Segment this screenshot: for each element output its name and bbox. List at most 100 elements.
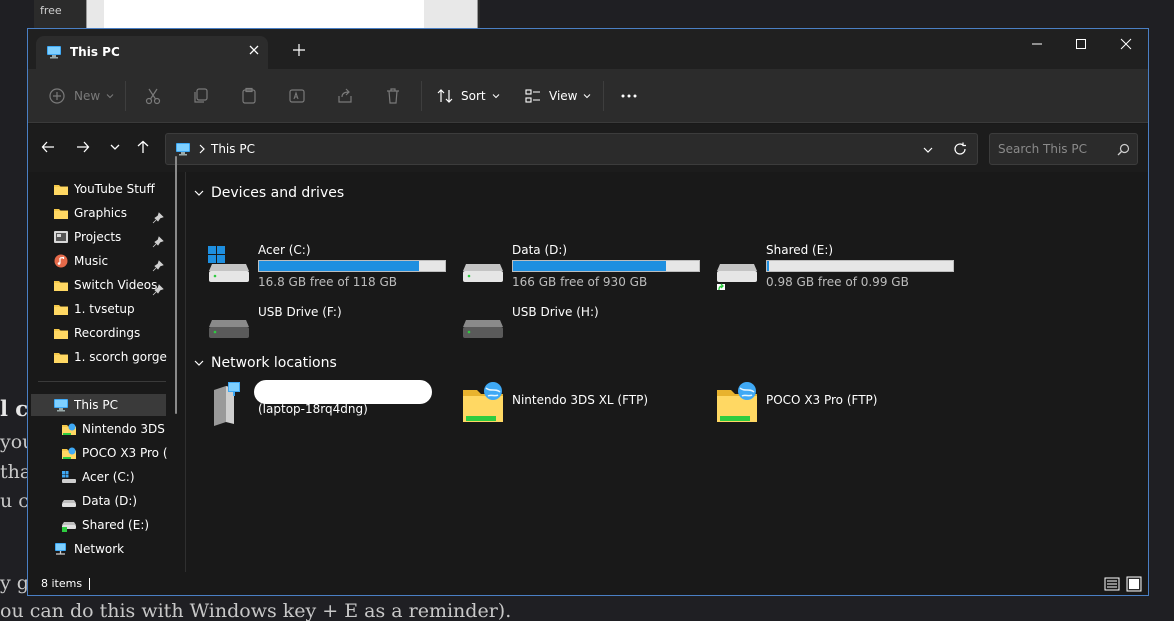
- sidebar-item-recordings[interactable]: Recordings: [53, 322, 193, 344]
- sidebar-item-network[interactable]: Network: [53, 538, 168, 560]
- sidebar-item-scorch-gorge[interactable]: 1. scorch gorge tr: [53, 346, 168, 368]
- sidebar-item-this-pc[interactable]: This PC: [31, 394, 166, 416]
- sidebar-item-tvsetup[interactable]: 1. tvsetup: [53, 298, 193, 320]
- folder-icon: [54, 185, 68, 195]
- new-tab-icon[interactable]: [292, 43, 306, 57]
- share-icon[interactable]: [336, 87, 354, 105]
- breadcrumb[interactable]: This PC: [211, 142, 255, 156]
- title-bar: This PC: [28, 29, 1148, 69]
- sidebar-item-nintendo-3ds[interactable]: Nintendo 3DS X: [61, 418, 168, 440]
- network-location-name: Nintendo 3DS XL (FTP): [512, 393, 649, 407]
- network-location-poco-x3-pro[interactable]: POCO X3 Pro (FTP): [714, 380, 964, 430]
- drive-usage-bar: [258, 260, 446, 272]
- drive-data-d[interactable]: Data (D:) 166 GB free of 930 GB: [460, 242, 710, 294]
- tab-title: This PC: [70, 45, 120, 59]
- sidebar-item-youtube-stuff[interactable]: YouTube Stuff: [53, 178, 193, 200]
- drive-usage-bar: [512, 260, 700, 272]
- drive-icon: [209, 320, 249, 338]
- minimize-icon[interactable]: [1030, 37, 1044, 51]
- sidebar-item-acer-c[interactable]: Acer (C:): [61, 466, 168, 488]
- drive-usb-f[interactable]: USB Drive (F:): [206, 305, 456, 357]
- network-folder-icon: [62, 447, 76, 459]
- network-location-nintendo-3ds-xl[interactable]: Nintendo 3DS XL (FTP): [460, 380, 710, 430]
- chevron-down-icon[interactable]: [923, 145, 933, 155]
- drive-shared-e[interactable]: Shared (E:) 0.98 GB free of 0.99 GB: [714, 242, 964, 294]
- sidebar-scrollbar[interactable]: [175, 156, 177, 414]
- pin-icon: [152, 284, 164, 296]
- toolbar-divider: [125, 81, 126, 111]
- forward-arrow-icon[interactable]: [76, 140, 90, 154]
- copy-icon[interactable]: [192, 87, 210, 105]
- chevron-down-icon: [106, 94, 114, 99]
- new-button[interactable]: New: [48, 87, 114, 105]
- sidebar-item-projects[interactable]: Projects: [53, 226, 193, 248]
- search-input[interactable]: [998, 141, 1108, 157]
- chevron-down-icon: [194, 190, 204, 196]
- toolbar-divider: [603, 81, 604, 111]
- chevron-down-icon: [194, 360, 204, 366]
- navigation-bar: This PC: [28, 124, 1148, 172]
- background-text: ou can do this with Windows key + E as a…: [0, 600, 512, 621]
- recent-locations-icon[interactable]: [108, 140, 122, 154]
- search-box[interactable]: [989, 133, 1138, 165]
- sidebar-item-music[interactable]: Music: [53, 250, 193, 272]
- sort-button[interactable]: Sort: [436, 87, 500, 105]
- drive-usage-fill: [513, 261, 666, 271]
- drive-icon: [62, 500, 76, 507]
- search-icon[interactable]: [1117, 143, 1130, 156]
- background-text: u c: [0, 490, 29, 512]
- network-computer-icon: [214, 382, 240, 426]
- group-header-network[interactable]: Network locations: [194, 355, 337, 371]
- network-folder-icon: [62, 423, 76, 435]
- pin-icon: [152, 260, 164, 272]
- network-icon: [55, 543, 66, 555]
- item-count: 8 items: [41, 577, 83, 590]
- folder-icon: [54, 281, 68, 291]
- paste-icon[interactable]: [240, 87, 258, 105]
- network-location-name: POCO X3 Pro (FTP): [766, 393, 878, 407]
- group-header-devices[interactable]: Devices and drives: [194, 185, 344, 201]
- close-window-icon[interactable]: [1119, 37, 1133, 51]
- view-button[interactable]: View: [524, 87, 591, 105]
- cut-icon[interactable]: [144, 87, 162, 105]
- shared-drive-icon: [717, 264, 757, 290]
- background-window-body: [104, 0, 424, 28]
- tiles-view-icon[interactable]: [1126, 576, 1142, 592]
- maximize-icon[interactable]: [1074, 37, 1088, 51]
- up-arrow-icon[interactable]: [136, 140, 150, 154]
- drive-name: Acer (C:): [258, 243, 311, 257]
- refresh-icon[interactable]: [953, 142, 967, 156]
- sidebar-item-switch-videos[interactable]: Switch Videos: [53, 274, 193, 296]
- drive-free-space: 0.98 GB free of 0.99 GB: [766, 275, 909, 289]
- drive-free-space: 16.8 GB free of 118 GB: [258, 275, 397, 289]
- sidebar-item-shared-e[interactable]: Shared (E:): [61, 514, 168, 536]
- sidebar-item-poco-x3[interactable]: POCO X3 Pro (F: [61, 442, 168, 464]
- close-tab-icon[interactable]: [246, 42, 262, 58]
- content-pane: Devices and drives Acer (C:) 16.8 GB free…: [186, 172, 1148, 572]
- file-explorer-window: This PC New Sort View This PC Search Thi…: [27, 28, 1149, 596]
- ftp-folder-icon: [463, 382, 503, 422]
- breadcrumb-chevron-icon[interactable]: [198, 144, 206, 154]
- background-text: l c: [0, 396, 29, 421]
- network-location-laptop[interactable]: (laptop-18rq4dng): [206, 380, 456, 430]
- chevron-down-icon: [492, 94, 499, 99]
- tab-this-pc[interactable]: This PC: [36, 36, 268, 69]
- address-bar[interactable]: This PC: [165, 133, 978, 165]
- background-window: free: [34, 0, 480, 28]
- status-bar: 8 items: [28, 572, 1148, 595]
- sidebar-item-graphics[interactable]: Graphics: [53, 202, 193, 224]
- view-icon: [525, 89, 540, 103]
- more-options-icon[interactable]: [620, 87, 638, 105]
- back-arrow-icon[interactable]: [41, 140, 55, 154]
- rename-icon[interactable]: [288, 87, 306, 105]
- details-view-icon[interactable]: [1104, 576, 1120, 592]
- monitor-icon: [54, 399, 68, 412]
- drive-acer-c[interactable]: Acer (C:) 16.8 GB free of 118 GB: [206, 242, 456, 294]
- drive-icon: [463, 264, 503, 282]
- sidebar-item-data-d[interactable]: Data (D:): [61, 490, 168, 512]
- delete-icon[interactable]: [384, 87, 402, 105]
- drive-usb-h[interactable]: USB Drive (H:): [460, 305, 710, 357]
- redacted-overlay: [254, 380, 432, 404]
- folder-icon: [54, 329, 68, 339]
- pin-icon: [152, 212, 164, 224]
